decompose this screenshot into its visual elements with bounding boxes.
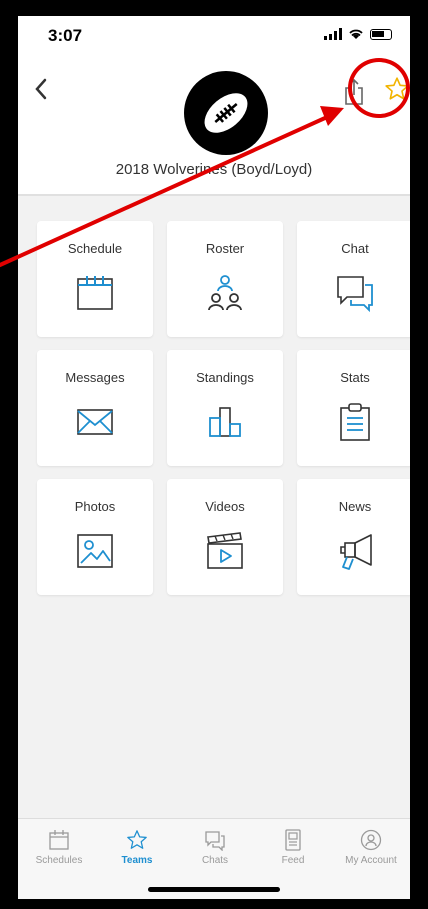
tile-label: Photos: [74, 499, 116, 514]
tile-label: Roster: [205, 241, 245, 256]
clipboard-icon: [340, 403, 370, 441]
annotation-circle: [348, 58, 410, 118]
tab-schedules[interactable]: Schedules: [20, 829, 98, 879]
status-bar: 3:07: [18, 16, 410, 56]
app-screen: 3:07 2018 Wolverines (Boyd/Loyd) Schedul…: [18, 16, 410, 899]
tile-label: Messages: [65, 370, 125, 385]
megaphone-icon: [340, 534, 372, 570]
tile-photos[interactable]: Photos: [37, 479, 153, 595]
envelope-icon: [77, 409, 113, 435]
podium-icon: [209, 407, 241, 437]
star-icon: [127, 830, 147, 849]
tab-bar: Schedules Teams Chats Feed My Account: [18, 818, 410, 899]
football-icon: [204, 93, 248, 133]
chat-icon: [205, 831, 225, 851]
tile-standings[interactable]: Standings: [167, 350, 283, 466]
tab-label: Chats: [201, 855, 229, 866]
chevron-left-icon: [35, 78, 47, 100]
tab-label: Teams: [121, 855, 153, 866]
team-name: 2018 Wolverines (Boyd/Loyd): [115, 161, 313, 178]
tile-label: Standings: [196, 370, 254, 385]
calendar-icon: [49, 830, 69, 850]
tile-label: Videos: [205, 499, 245, 514]
home-indicator: [148, 887, 280, 892]
tile-stats[interactable]: Stats: [297, 350, 410, 466]
team-header: 3:07 2018 Wolverines (Boyd/Loyd): [18, 16, 410, 196]
tab-label: Feed: [281, 855, 305, 866]
chat-icon: [337, 276, 373, 313]
tab-teams[interactable]: Teams: [98, 829, 176, 879]
photo-icon: [77, 534, 113, 568]
wifi-icon: [349, 29, 363, 39]
team-menu-grid: Schedule Roster Chat Messages Standings …: [18, 196, 410, 818]
tile-news[interactable]: News: [297, 479, 410, 595]
tile-label: News: [338, 499, 372, 514]
clapperboard-icon: [207, 532, 243, 569]
tile-label: Schedule: [67, 241, 123, 256]
battery-icon: [370, 28, 392, 40]
people-icon: [208, 275, 242, 311]
feed-icon: [285, 829, 301, 851]
tab-label: Schedules: [35, 855, 83, 866]
tab-feed[interactable]: Feed: [254, 829, 332, 879]
signal-icon: [324, 28, 342, 40]
account-icon: [360, 829, 382, 851]
calendar-icon: [77, 276, 113, 310]
team-logo: [184, 71, 268, 155]
tile-chat[interactable]: Chat: [297, 221, 410, 337]
tile-videos[interactable]: Videos: [167, 479, 283, 595]
status-time: 3:07: [48, 26, 83, 45]
tab-chats[interactable]: Chats: [176, 829, 254, 879]
tile-label: Stats: [340, 370, 370, 385]
tab-label: My Account: [345, 855, 397, 866]
status-icons: [324, 28, 392, 40]
tile-schedule[interactable]: Schedule: [37, 221, 153, 337]
tile-messages[interactable]: Messages: [37, 350, 153, 466]
tile-label: Chat: [341, 241, 369, 256]
tile-roster[interactable]: Roster: [167, 221, 283, 337]
tab-my-account[interactable]: My Account: [332, 829, 410, 879]
back-button[interactable]: [26, 74, 56, 104]
